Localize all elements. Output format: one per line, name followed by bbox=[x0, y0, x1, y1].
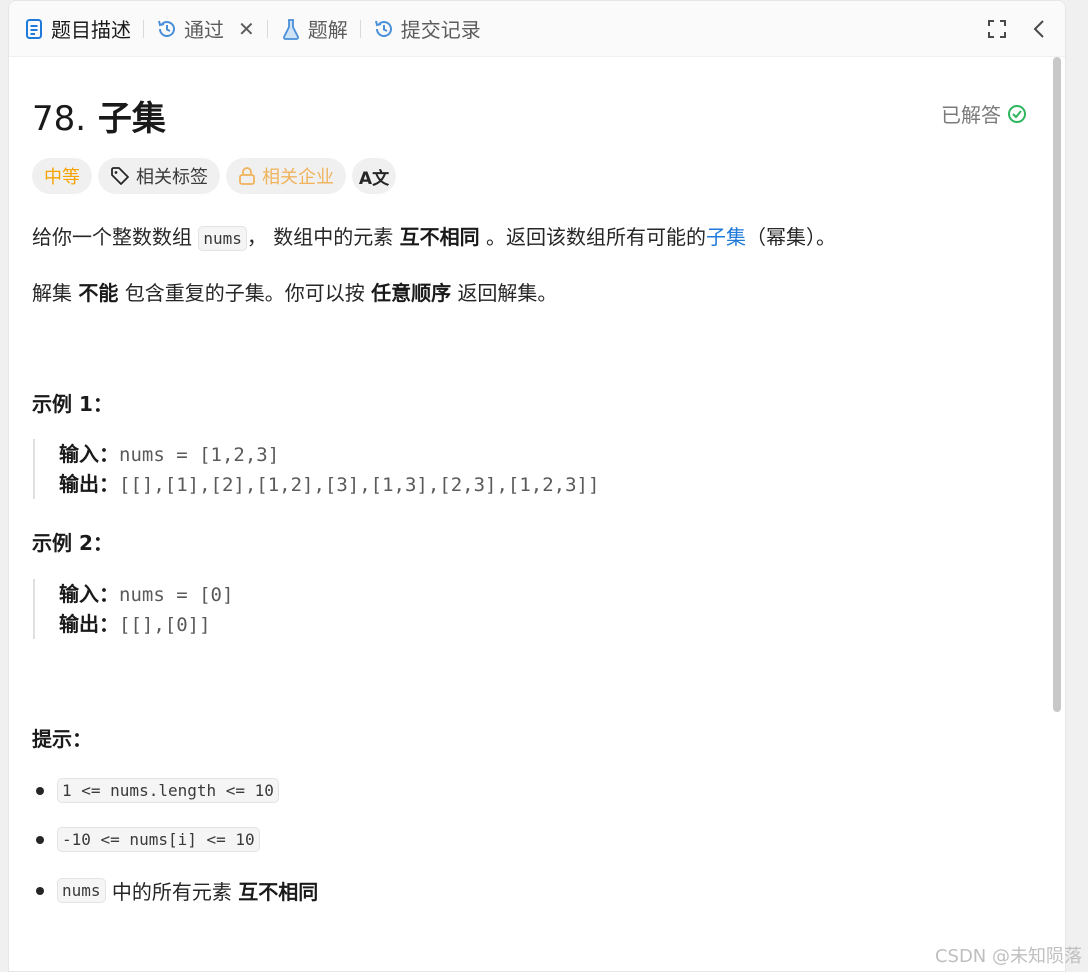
bullet-dot bbox=[36, 886, 44, 895]
bullet-dot bbox=[36, 786, 44, 795]
example-input: 输入：nums = [0] bbox=[59, 579, 233, 609]
check-circle-icon bbox=[1008, 104, 1026, 123]
desc-bold: 互不相同 bbox=[399, 225, 480, 249]
input-value: nums = [0] bbox=[119, 584, 234, 606]
output-label: 输出： bbox=[59, 612, 119, 636]
history-icon bbox=[373, 18, 395, 40]
input-label: 输入： bbox=[59, 442, 119, 466]
tab-passed[interactable]: 通过 ✕ bbox=[156, 11, 255, 47]
tab-solution-label: 题解 bbox=[307, 18, 348, 42]
lock-icon bbox=[238, 166, 256, 186]
document-icon bbox=[23, 18, 45, 40]
tag-row: 中等 相关标签 相关企业 A文 bbox=[32, 158, 396, 194]
watermark: CSDN @未知陨落 bbox=[934, 946, 1082, 967]
inline-code: nums bbox=[57, 878, 106, 903]
tab-bar: 题目描述 通过 ✕ 题解 提交记录 bbox=[9, 1, 1065, 57]
solved-status: 已解答 bbox=[941, 99, 1027, 128]
toolbar-right bbox=[985, 15, 1051, 43]
difficulty-label: 中等 bbox=[44, 167, 80, 188]
tab-separator bbox=[359, 19, 361, 38]
constraints-heading: 提示： bbox=[32, 727, 92, 751]
description-paragraph-1: 给你一个整数数组 nums， 数组中的元素 互不相同 。返回该数组所有可能的子集… bbox=[32, 221, 836, 251]
page-title: 78. 子集 bbox=[32, 91, 166, 140]
related-companies-label: 相关企业 bbox=[262, 167, 334, 188]
chevron-left-icon[interactable] bbox=[1027, 15, 1051, 43]
bullet-dot bbox=[36, 835, 44, 844]
example-2-heading: 示例 2： bbox=[32, 531, 113, 555]
problem-content: 78. 子集 已解答 中等 相关标签 相关企业 A文 给你一个整数数组 nums… bbox=[9, 57, 1049, 971]
fullscreen-icon[interactable] bbox=[985, 15, 1009, 43]
desc-text: 。返回该数组所有可能的 bbox=[485, 225, 706, 249]
tab-passed-label: 通过 bbox=[184, 18, 224, 42]
example-output: 输出：[[],[1],[2],[1,2],[3],[1,3],[2,3],[1,… bbox=[59, 469, 599, 499]
tab-submissions[interactable]: 提交记录 bbox=[373, 11, 481, 47]
output-value: [[],[0]] bbox=[119, 614, 211, 636]
desc-text: 解集 bbox=[32, 281, 72, 305]
list-item: -10 <= nums[i] <= 10 bbox=[32, 827, 260, 852]
related-tags-label: 相关标签 bbox=[136, 167, 208, 188]
scrollbar[interactable] bbox=[1053, 57, 1061, 712]
list-item: 1 <= nums.length <= 10 bbox=[32, 778, 279, 803]
example-2-block: 输入：nums = [0] 输出：[[],[0]] bbox=[33, 579, 233, 639]
desc-bold: 不能 bbox=[78, 281, 119, 305]
list-item: nums 中的所有元素 互不相同 bbox=[32, 876, 318, 905]
example-input: 输入：nums = [1,2,3] bbox=[59, 439, 599, 469]
problem-title[interactable]: 子集 bbox=[98, 99, 166, 139]
solved-label: 已解答 bbox=[941, 103, 1001, 127]
difficulty-badge: 中等 bbox=[32, 158, 92, 194]
input-value: nums = [1,2,3] bbox=[119, 444, 280, 466]
desc-bold: 任意顺序 bbox=[371, 281, 452, 305]
inline-code: nums bbox=[198, 226, 247, 251]
input-label: 输入： bbox=[59, 582, 119, 606]
flask-icon bbox=[280, 18, 302, 40]
output-label: 输出： bbox=[59, 472, 119, 496]
translate-icon: A文 bbox=[358, 168, 390, 189]
problem-number: 78. bbox=[32, 99, 87, 139]
tab-separator bbox=[143, 19, 144, 38]
desc-text: 包含重复的子集。你可以按 bbox=[124, 281, 365, 305]
tab-description-label: 题目描述 bbox=[51, 18, 131, 42]
inline-code: -10 <= nums[i] <= 10 bbox=[57, 827, 260, 852]
translate-button[interactable]: A文 bbox=[352, 158, 396, 194]
tab-description[interactable]: 题目描述 bbox=[23, 11, 131, 47]
subset-link[interactable]: 子集 bbox=[706, 225, 746, 249]
tag-icon bbox=[110, 166, 130, 186]
related-tags-button[interactable]: 相关标签 bbox=[98, 158, 220, 194]
output-value: [[],[1],[2],[1,2],[3],[1,3],[2,3],[1,2,3… bbox=[119, 474, 600, 496]
inline-code: 1 <= nums.length <= 10 bbox=[57, 778, 279, 803]
problem-panel: 题目描述 通过 ✕ 题解 提交记录 78. 子集 已解答 中等 相关标签 相关企… bbox=[8, 0, 1066, 972]
constraint-text: 中的所有元素 bbox=[111, 880, 232, 904]
history-icon bbox=[156, 18, 178, 40]
desc-text: （幂集）。 bbox=[745, 225, 836, 249]
related-companies-button[interactable]: 相关企业 bbox=[226, 158, 346, 194]
example-1-heading: 示例 1： bbox=[32, 392, 113, 416]
close-icon[interactable]: ✕ bbox=[238, 17, 255, 41]
example-output: 输出：[[],[0]] bbox=[59, 609, 233, 639]
constraint-bold: 互不相同 bbox=[238, 880, 319, 904]
desc-text: 返回解集。 bbox=[457, 281, 558, 305]
description-paragraph-2: 解集 不能 包含重复的子集。你可以按 任意顺序 返回解集。 bbox=[32, 277, 557, 306]
desc-text: 给你一个整数数组 bbox=[32, 225, 192, 249]
desc-text: ， 数组中的元素 bbox=[246, 225, 394, 249]
tab-submissions-label: 提交记录 bbox=[400, 18, 481, 42]
example-1-block: 输入：nums = [1,2,3] 输出：[[],[1],[2],[1,2],[… bbox=[33, 439, 599, 499]
tab-solution[interactable]: 题解 bbox=[280, 11, 348, 47]
tab-separator bbox=[266, 19, 268, 38]
